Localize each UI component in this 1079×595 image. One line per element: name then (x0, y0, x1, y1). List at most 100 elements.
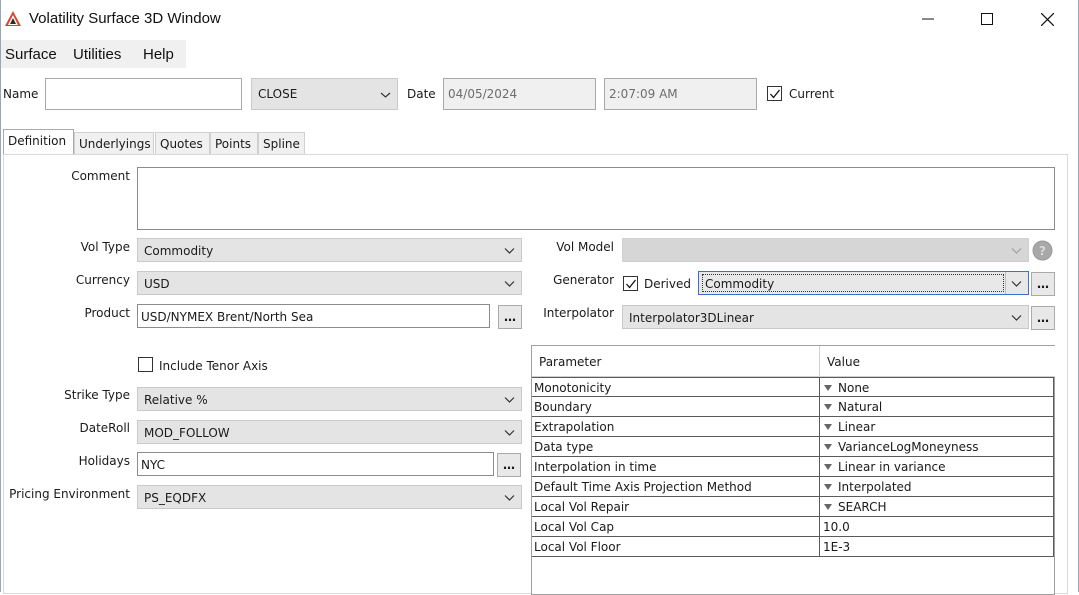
chevron-down-icon (380, 92, 391, 98)
interpolator-select[interactable]: Interpolator3DLinear (622, 305, 1029, 329)
ellipsis-icon: … (503, 458, 515, 472)
parameter-value-cell[interactable]: Natural (819, 397, 1054, 417)
dropdown-triangle-icon (824, 404, 832, 410)
ellipsis-icon: … (1037, 277, 1049, 291)
derived-checkbox[interactable] (623, 276, 638, 291)
menu-help[interactable]: Help (143, 46, 174, 63)
strike-type-select[interactable]: Relative % (137, 387, 522, 411)
product-input[interactable]: USD/NYMEX Brent/North Sea (137, 304, 490, 328)
strike-type-label: Strike Type (64, 388, 130, 402)
dateroll-select[interactable]: MOD_FOLLOW (137, 420, 522, 444)
table-row[interactable]: Interpolation in time Linear in variance (532, 457, 1054, 477)
parameter-name-cell: Local Vol Repair (532, 497, 820, 517)
minimize-icon (922, 18, 934, 20)
parameter-value-text: 1E-3 (823, 540, 851, 554)
product-browse-button[interactable]: … (498, 305, 522, 329)
chevron-down-icon (504, 397, 515, 403)
chevron-down-icon (1011, 315, 1022, 321)
name-label: Name (3, 87, 39, 101)
currency-label: Currency (75, 273, 130, 287)
holidays-browse-button[interactable]: … (497, 453, 521, 477)
help-icon[interactable]: ? (1032, 240, 1053, 261)
date-label: Date (407, 87, 436, 101)
derived-label: Derived (644, 277, 691, 291)
parameter-value-cell[interactable]: Linear in variance (819, 457, 1054, 477)
include-tenor-checkbox[interactable] (138, 357, 153, 372)
chevron-down-icon (1011, 281, 1022, 287)
parameter-name-cell: Boundary (532, 397, 820, 417)
maximize-button[interactable] (957, 0, 1017, 38)
close-window-button[interactable] (1017, 0, 1077, 38)
vol-type-select[interactable]: Commodity (137, 238, 522, 262)
parameter-value-text: VarianceLogMoneyness (838, 440, 979, 454)
close-icon (1040, 12, 1054, 26)
dropdown-triangle-icon (824, 464, 832, 470)
tab-points[interactable]: Points (210, 132, 258, 154)
generator-label: Generator (553, 273, 614, 287)
parameter-value-cell[interactable]: None (819, 377, 1054, 397)
parameter-value-cell[interactable]: 1E-3 (819, 537, 1054, 557)
table-row[interactable]: Default Time Axis Projection Method Inter… (532, 477, 1054, 497)
menu-utilities[interactable]: Utilities (73, 46, 121, 63)
menu-surface[interactable]: Surface (5, 46, 57, 63)
parameter-table: Parameter Value Monotonicity None Boundary… (531, 345, 1055, 595)
vol-model-label: Vol Model (556, 240, 614, 254)
table-row[interactable]: Local Vol Repair SEARCH (532, 497, 1054, 517)
parameter-name-cell: Data type (532, 437, 820, 457)
date-field[interactable]: 04/05/2024 (443, 78, 596, 110)
table-row[interactable]: Data type VarianceLogMoneyness (532, 437, 1054, 457)
parameter-value-text: 10.0 (823, 520, 850, 534)
ellipsis-icon: … (1037, 311, 1049, 325)
table-row[interactable]: Monotonicity None (532, 377, 1054, 397)
parameter-value-cell[interactable]: Interpolated (819, 477, 1054, 497)
parameter-name-cell: Extrapolation (532, 417, 820, 437)
parameter-value-cell[interactable]: VarianceLogMoneyness (819, 437, 1054, 457)
parameter-name-cell: Interpolation in time (532, 457, 820, 477)
name-input[interactable] (45, 78, 242, 110)
table-row[interactable]: Boundary Natural (532, 397, 1054, 417)
close-combo[interactable]: CLOSE (251, 78, 398, 110)
parameter-value-text: SEARCH (838, 500, 887, 514)
vol-type-label: Vol Type (80, 240, 130, 254)
parameter-value-text: None (838, 381, 870, 395)
parameter-value-cell[interactable]: Linear (819, 417, 1054, 437)
dropdown-triangle-icon (824, 504, 832, 510)
chevron-down-icon (504, 495, 515, 501)
chevron-down-icon (504, 430, 515, 436)
value-column-header[interactable]: Value (820, 346, 1055, 377)
chevron-down-icon (504, 281, 515, 287)
interpolator-browse-button[interactable]: … (1031, 306, 1055, 330)
tab-underlyings[interactable]: Underlyings (74, 132, 154, 154)
combo-divider (1005, 272, 1006, 294)
title-bar: Volatility Surface 3D Window (0, 0, 1079, 38)
tab-quotes[interactable]: Quotes (155, 132, 210, 154)
dateroll-label: DateRoll (79, 421, 131, 435)
holidays-input[interactable]: NYC (137, 452, 494, 476)
tab-spline[interactable]: Spline (258, 132, 305, 154)
comment-textarea[interactable] (137, 167, 1055, 230)
dropdown-triangle-icon (824, 484, 832, 490)
currency-select[interactable]: USD (137, 271, 522, 295)
pricing-env-select[interactable]: PS_EQDFX (137, 485, 522, 509)
generator-select[interactable]: Commodity (698, 271, 1029, 295)
time-field[interactable]: 2:07:09 AM (604, 78, 757, 110)
table-row[interactable]: Local Vol Floor 1E-3 (532, 537, 1054, 557)
parameter-value-text: Natural (838, 400, 883, 414)
app-logo-icon (5, 11, 21, 26)
pricing-env-label: Pricing Environment (9, 487, 130, 501)
tab-definition[interactable]: Definition (3, 129, 74, 155)
table-row[interactable]: Extrapolation Linear (532, 417, 1054, 437)
parameter-value-text: Linear (838, 420, 876, 434)
parameter-value-text: Interpolated (838, 480, 912, 494)
vol-model-select[interactable] (622, 238, 1029, 262)
current-checkbox[interactable] (767, 86, 782, 101)
table-row[interactable]: Local Vol Cap 10.0 (532, 517, 1054, 537)
current-label: Current (789, 87, 835, 101)
parameter-value-cell[interactable]: 10.0 (819, 517, 1054, 537)
minimize-button[interactable] (898, 0, 958, 38)
dropdown-triangle-icon (824, 385, 832, 391)
parameter-value-cell[interactable]: SEARCH (819, 497, 1054, 517)
generator-browse-button[interactable]: … (1031, 272, 1055, 296)
chevron-down-icon (504, 248, 515, 254)
parameter-column-header[interactable]: Parameter (532, 346, 820, 377)
